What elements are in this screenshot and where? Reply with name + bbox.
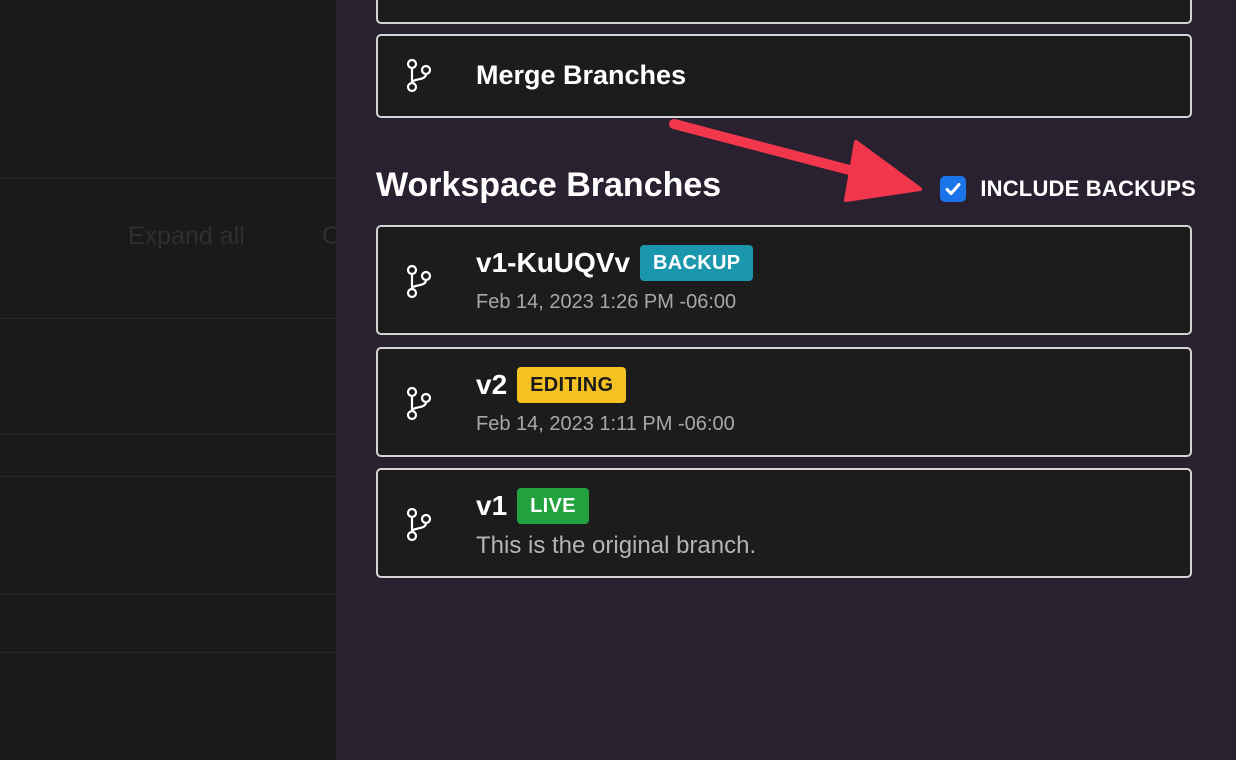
merge-branches-label: Merge Branches: [476, 60, 687, 90]
divider: [0, 594, 336, 595]
status-badge: BACKUP: [640, 245, 754, 281]
previous-card[interactable]: [376, 0, 1192, 24]
include-backups-label: INCLUDE BACKUPS: [980, 176, 1196, 201]
include-backups-checkbox[interactable]: [940, 176, 967, 202]
branch-card[interactable]: v1-KuUQVv BACKUP Feb 14, 2023 1:26 PM -0…: [376, 225, 1192, 335]
git-branch-icon: [406, 265, 432, 299]
git-branch-icon: [406, 508, 432, 542]
section-title: Workspace Branches: [376, 166, 722, 204]
branch-timestamp: Feb 14, 2023 1:26 PM -06:00: [476, 291, 737, 313]
divider: [0, 476, 336, 477]
divider: [0, 434, 336, 435]
background-page: Expand all C: [0, 0, 336, 760]
status-badge: EDITING: [517, 367, 627, 403]
expand-all-link: Expand all: [128, 222, 245, 250]
merge-branches-button[interactable]: Merge Branches: [376, 34, 1192, 118]
branch-card[interactable]: v2 EDITING Feb 14, 2023 1:11 PM -06:00: [376, 347, 1192, 457]
branch-name-row: v1-KuUQVv BACKUP: [476, 245, 754, 281]
divider: [0, 318, 336, 319]
status-badge: LIVE: [517, 488, 589, 524]
checkmark-icon: [945, 183, 961, 195]
branch-timestamp: Feb 14, 2023 1:11 PM -06:00: [476, 413, 735, 435]
git-branch-icon: [406, 387, 432, 421]
divider: [0, 178, 336, 179]
divider: [0, 652, 336, 653]
branch-name: v1-KuUQVv: [476, 247, 631, 278]
branches-panel: Merge Branches Workspace Branches INCLUD…: [336, 0, 1236, 760]
collapse-all-link: C: [322, 222, 336, 250]
git-branch-icon: [406, 59, 432, 93]
branch-description: This is the original branch.: [476, 532, 757, 559]
branch-name: v1: [476, 490, 508, 521]
branch-name-row: v1 LIVE: [476, 488, 589, 524]
branch-name-row: v2 EDITING: [476, 367, 627, 403]
include-backups-toggle[interactable]: INCLUDE BACKUPS: [940, 176, 1196, 202]
branch-name: v2: [476, 369, 508, 400]
branch-card[interactable]: v1 LIVE This is the original branch.: [376, 468, 1192, 578]
